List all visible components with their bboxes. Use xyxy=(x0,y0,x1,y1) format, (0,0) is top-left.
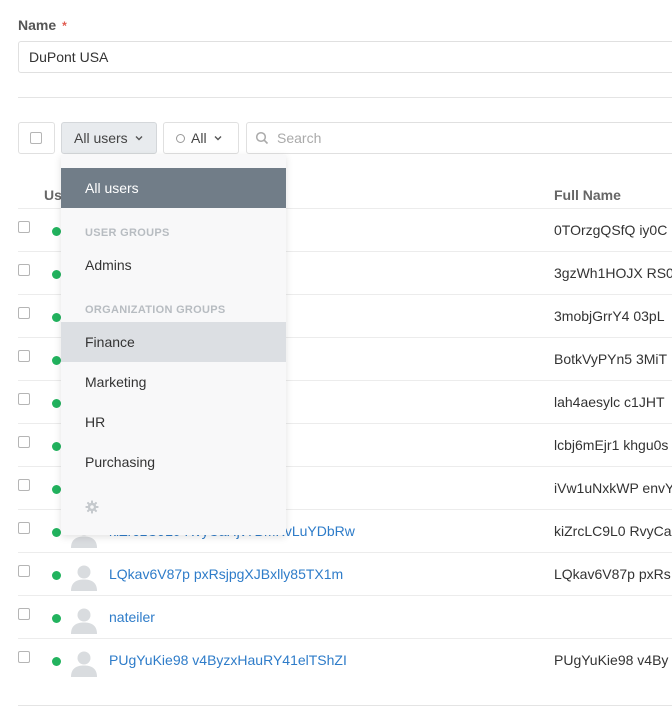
full-name-cell: lcbj6mEjr1 khgu0s xyxy=(554,437,669,453)
status-active-icon xyxy=(52,356,61,365)
column-header-username[interactable]: Us xyxy=(44,187,62,203)
table-row[interactable]: nateiler xyxy=(18,595,672,639)
row-checkbox[interactable] xyxy=(18,393,30,405)
dropdown-heading-user-groups: USER GROUPS xyxy=(85,227,170,239)
full-name-cell: iVw1uNxkWP envY xyxy=(554,480,672,496)
username-link[interactable]: nateiler xyxy=(109,609,155,625)
dropdown-item-purchasing[interactable]: Purchasing xyxy=(61,442,286,482)
status-active-icon xyxy=(52,270,61,279)
username-link[interactable]: LQkav6V87p pxRsjpgXJBxlly85TX1m xyxy=(109,566,343,582)
name-field-label: Name * xyxy=(18,17,67,33)
user-filter-label: All users xyxy=(74,130,128,146)
status-active-icon xyxy=(52,442,61,451)
row-checkbox[interactable] xyxy=(18,651,30,663)
search-input[interactable] xyxy=(275,129,659,147)
row-checkbox[interactable] xyxy=(18,436,30,448)
full-name-cell: 3mobjGrrY4 03pL xyxy=(554,308,665,324)
select-all-checkbox[interactable] xyxy=(30,132,42,144)
table-row[interactable]: PUgYuKie98 v4ByzxHauRY41elTShZI PUgYuKie9… xyxy=(18,638,672,682)
dropdown-item-label: Purchasing xyxy=(85,454,156,470)
search-icon xyxy=(255,131,269,145)
chevron-down-icon xyxy=(214,136,222,141)
name-label-text: Name xyxy=(18,17,57,33)
chevron-down-icon xyxy=(135,136,143,141)
avatar-placeholder-icon xyxy=(71,651,97,677)
dropdown-item-hr[interactable]: HR xyxy=(61,402,286,442)
row-checkbox[interactable] xyxy=(18,608,30,620)
dropdown-item-all-users[interactable]: All users xyxy=(61,168,286,208)
full-name-cell: LQkav6V87p pxRs xyxy=(554,566,671,582)
avatar-placeholder-icon xyxy=(71,608,97,634)
radio-icon xyxy=(176,133,185,143)
divider xyxy=(18,705,672,706)
full-name-cell: lah4aesylc c1JHT xyxy=(554,394,665,410)
column-header-full-name[interactable]: Full Name xyxy=(554,187,621,203)
dropdown-item-label: All users xyxy=(85,180,139,196)
status-active-icon xyxy=(52,571,61,580)
status-filter-button[interactable]: All xyxy=(163,122,239,154)
dropdown-item-finance[interactable]: Finance xyxy=(61,322,286,362)
row-checkbox[interactable] xyxy=(18,264,30,276)
row-checkbox[interactable] xyxy=(18,522,30,534)
status-active-icon xyxy=(52,399,61,408)
row-checkbox[interactable] xyxy=(18,221,30,233)
status-active-icon xyxy=(52,657,61,666)
dropdown-item-admins[interactable]: Admins xyxy=(61,245,286,285)
avatar-placeholder-icon xyxy=(71,565,97,591)
row-checkbox[interactable] xyxy=(18,479,30,491)
search-box[interactable] xyxy=(246,122,672,154)
status-active-icon xyxy=(52,614,61,623)
full-name-cell: BotkVyPYn5 3MiT xyxy=(554,351,668,367)
status-active-icon xyxy=(52,227,61,236)
status-active-icon xyxy=(52,528,61,537)
status-active-icon xyxy=(52,485,61,494)
full-name-cell: 3gzWh1HOJX RS0 xyxy=(554,265,672,281)
row-checkbox[interactable] xyxy=(18,307,30,319)
select-all-box[interactable] xyxy=(18,122,55,154)
dropdown-item-label: Finance xyxy=(85,334,135,350)
full-name-cell: kiZrcLC9L0 RvyCa xyxy=(554,523,672,539)
full-name-cell: PUgYuKie98 v4By xyxy=(554,652,669,668)
dropdown-item-label: HR xyxy=(85,414,106,430)
name-input[interactable] xyxy=(18,41,672,73)
full-name-cell: 0TOrzgQSfQ iy0C xyxy=(554,222,668,238)
user-filter-dropdown-menu: All users USER GROUPS Admins ORGANIZATIO… xyxy=(61,155,286,535)
dropdown-item-label: Marketing xyxy=(85,374,147,390)
divider xyxy=(18,97,672,98)
row-checkbox[interactable] xyxy=(18,565,30,577)
gear-icon[interactable] xyxy=(85,500,99,514)
status-active-icon xyxy=(52,313,61,322)
username-link[interactable]: PUgYuKie98 v4ByzxHauRY41elTShZI xyxy=(109,652,347,668)
required-marker: * xyxy=(62,19,67,33)
status-filter-label: All xyxy=(191,130,207,146)
dropdown-item-label: Admins xyxy=(85,257,132,273)
dropdown-heading-organization-groups: ORGANIZATION GROUPS xyxy=(85,304,226,316)
row-checkbox[interactable] xyxy=(18,350,30,362)
user-filter-dropdown-button[interactable]: All users xyxy=(61,122,157,154)
table-row[interactable]: LQkav6V87p pxRsjpgXJBxlly85TX1m LQkav6V87… xyxy=(18,552,672,596)
dropdown-item-marketing[interactable]: Marketing xyxy=(61,362,286,402)
